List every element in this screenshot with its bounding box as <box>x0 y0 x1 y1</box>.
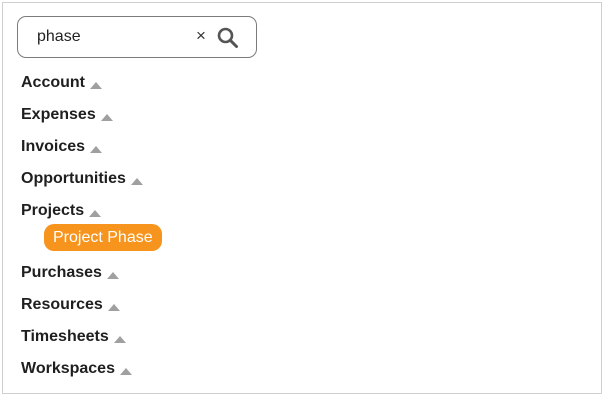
search-icon[interactable] <box>216 26 240 50</box>
category-label: Workspaces <box>21 360 115 377</box>
category-header[interactable]: Account <box>21 72 102 94</box>
category-label: Invoices <box>21 138 86 155</box>
category-header[interactable]: Invoices <box>21 136 103 158</box>
category-header[interactable]: Workspaces <box>21 358 132 380</box>
category-label: Opportunities <box>21 170 126 187</box>
category-label: Projects <box>21 202 85 219</box>
category-timesheets: Timesheets <box>21 326 143 358</box>
search-results-panel: × Account Expenses Invoices <box>2 2 602 394</box>
caret-up-icon <box>107 303 120 311</box>
category-label: Resources <box>21 296 103 313</box>
caret-up-icon <box>130 177 143 185</box>
search-box[interactable]: × <box>17 16 257 58</box>
category-projects: Projects Project Phase <box>21 200 162 262</box>
category-invoices: Invoices <box>21 136 143 168</box>
caret-up-icon <box>113 335 126 343</box>
category-header[interactable]: Resources <box>21 294 120 316</box>
category-list: Account Expenses Invoices Opportunities <box>21 72 162 390</box>
result-item-project-phase[interactable]: Project Phase <box>44 224 162 251</box>
category-header[interactable]: Timesheets <box>21 326 126 348</box>
caret-up-icon <box>119 367 132 375</box>
category-label: Expenses <box>21 106 96 123</box>
category-label: Timesheets <box>21 328 109 345</box>
category-opportunities: Opportunities <box>21 168 143 200</box>
category-header[interactable]: Projects <box>21 200 102 222</box>
category-workspaces: Workspaces <box>21 358 143 390</box>
caret-up-icon <box>89 209 102 217</box>
category-label: Purchases <box>21 264 102 281</box>
search-input[interactable] <box>37 26 187 48</box>
category-purchases: Purchases <box>21 262 143 294</box>
category-header[interactable]: Expenses <box>21 104 113 126</box>
category-header[interactable]: Opportunities <box>21 168 143 190</box>
category-header[interactable]: Purchases <box>21 262 119 284</box>
caret-up-icon <box>106 271 119 279</box>
category-expenses: Expenses <box>21 104 143 136</box>
caret-up-icon <box>90 145 103 153</box>
category-label: Account <box>21 74 85 91</box>
category-resources: Resources <box>21 294 143 326</box>
category-account: Account <box>21 72 143 104</box>
clear-icon[interactable]: × <box>194 26 208 46</box>
caret-up-icon <box>100 113 113 121</box>
caret-up-icon <box>90 81 102 89</box>
